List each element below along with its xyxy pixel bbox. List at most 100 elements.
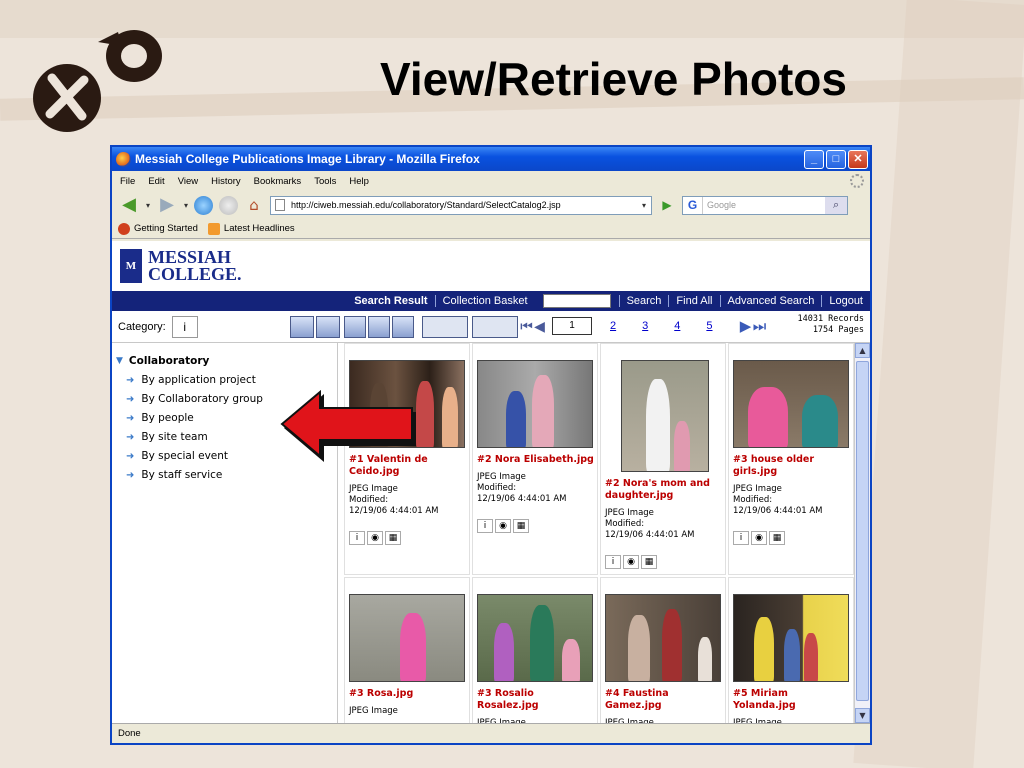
search-input[interactable]: Google [703,200,825,210]
category-icon[interactable]: i [171,315,198,338]
search-icon[interactable]: ⌕ [825,196,848,214]
scroll-thumb[interactable] [856,361,869,701]
info-icon[interactable]: i [733,531,749,545]
close-button[interactable]: ✕ [848,149,868,169]
google-icon[interactable]: G [683,196,704,214]
photo-modified: 12/19/06 4:44:01 AM [733,506,823,516]
nav-logout[interactable]: Logout [821,295,870,307]
medium-size-icon[interactable] [368,316,390,338]
photo-meta: JPEG Image Modified: 12/19/06 4:44:01 AM [605,508,725,541]
photo-caption[interactable]: #3 house older girls.jpg [733,454,853,478]
view-icon[interactable]: ◉ [623,555,639,569]
photo-thumbnail[interactable] [349,594,465,682]
url-bar[interactable]: http://ciweb.messiah.edu/collaboratory/S… [270,195,653,215]
last-page-icon[interactable]: ⏭ [753,318,767,335]
menu-file[interactable]: File [120,176,135,187]
view-icon[interactable]: ◉ [751,531,767,545]
minimize-button[interactable]: _ [804,149,824,169]
menu-history[interactable]: History [211,176,241,187]
photo-caption[interactable]: #3 Rosalio Rosalez.jpg [477,688,597,712]
view-icon[interactable]: ◉ [367,531,383,545]
photo-thumbnail[interactable] [733,360,849,448]
menu-bookmarks[interactable]: Bookmarks [254,176,302,187]
first-page-icon[interactable]: ⏮ [520,316,533,336]
small-size-icon[interactable] [344,316,366,338]
photo-caption[interactable]: #3 Rosa.jpg [349,688,469,700]
menu-edit[interactable]: Edit [148,176,164,187]
photo-card[interactable]: #3 Rosalio Rosalez.jpg JPEG Image [472,577,598,723]
home-icon[interactable]: ⌂ [244,196,264,214]
tree-item-application-project[interactable]: ➜ By application project [112,374,337,386]
site-header: M MESSIAH COLLEGE. [112,241,870,291]
nav-search-result[interactable]: Search Result [347,295,434,307]
photo-card[interactable]: #2 Nora's mom and daughter.jpg JPEG Imag… [600,343,726,575]
row-zoom-icon[interactable] [472,316,518,338]
tree-item-staff-service[interactable]: ➜ By staff service [112,469,337,481]
nav-search[interactable]: Search [618,295,669,307]
photo-thumbnail[interactable] [477,594,593,682]
info-icon[interactable]: i [477,519,493,533]
previous-page-icon[interactable]: ◀ [533,316,546,336]
back-icon[interactable]: ◀ [118,196,140,214]
photo-thumbnail[interactable] [621,360,709,472]
list-view-icon[interactable] [316,316,340,338]
pages-total: 1754 Pages [812,325,864,335]
photo-caption[interactable]: #2 Nora's mom and daughter.jpg [605,478,725,502]
basket-icon[interactable]: ▦ [385,531,401,545]
tree-root[interactable]: ▼ Collaboratory [112,355,337,367]
reload-icon[interactable] [194,195,214,215]
large-size-icon[interactable] [392,316,414,338]
bookmark-getting-started[interactable]: Getting Started [134,223,198,234]
expand-icon[interactable]: ▼ [116,356,123,366]
photo-caption[interactable]: #5 Miriam Yolanda.jpg [733,688,853,712]
title-bar: Messiah College Publications Image Libra… [112,147,870,171]
photo-caption[interactable]: #2 Nora Elisabeth.jpg [477,454,597,466]
scroll-up-icon[interactable]: ▲ [855,343,870,358]
url-text[interactable]: http://ciweb.messiah.edu/collaboratory/S… [291,200,637,210]
forward-icon[interactable]: ▶ [156,196,178,214]
info-icon[interactable]: i [349,531,365,545]
college-logo[interactable]: MESSIAH COLLEGE. [148,248,242,283]
photo-thumbnail[interactable] [477,360,593,448]
view-icon[interactable]: ◉ [495,519,511,533]
page-number-input[interactable]: 1 [552,317,592,335]
nav-find-all[interactable]: Find All [668,295,719,307]
next-page-icon[interactable]: ▶ [739,317,753,335]
photo-type: JPEG Image [605,508,654,518]
page-content: M MESSIAH COLLEGE. Search Result Collect… [112,241,870,723]
thumbnail-view-icon[interactable] [290,316,314,338]
page-link-5[interactable]: 5 [706,320,712,332]
photo-thumbnail[interactable] [605,594,721,682]
page-link-4[interactable]: 4 [674,320,680,332]
basket-icon[interactable]: ▦ [513,519,529,533]
photo-card[interactable]: #2 Nora Elisabeth.jpg JPEG Image Modifie… [472,343,598,575]
basket-icon[interactable]: ▦ [769,531,785,545]
column-zoom-icon[interactable] [422,316,468,338]
nav-advanced-search[interactable]: Advanced Search [719,295,822,307]
go-icon[interactable]: ▶ [658,198,676,212]
forward-dropdown-icon[interactable]: ▾ [184,201,188,210]
stop-icon[interactable] [219,195,239,215]
nav-collection-basket[interactable]: Collection Basket [434,295,535,307]
bookmark-latest-headlines[interactable]: Latest Headlines [224,223,295,234]
menu-help[interactable]: Help [349,176,369,187]
grid-scrollbar[interactable]: ▲ ▼ [854,343,870,723]
scroll-down-icon[interactable]: ▼ [855,708,870,723]
photo-card[interactable]: #3 Rosa.jpg JPEG Image [344,577,470,723]
search-bar[interactable]: G Google ⌕ [682,195,849,215]
photo-card[interactable]: #5 Miriam Yolanda.jpg JPEG Image [728,577,854,723]
basket-icon[interactable]: ▦ [641,555,657,569]
page-link-3[interactable]: 3 [642,320,648,332]
info-icon[interactable]: i [605,555,621,569]
quick-search-input[interactable] [542,294,611,308]
photo-caption[interactable]: #4 Faustina Gamez.jpg [605,688,725,712]
menu-view[interactable]: View [178,176,198,187]
menu-tools[interactable]: Tools [314,176,336,187]
photo-thumbnail[interactable] [733,594,849,682]
back-dropdown-icon[interactable]: ▾ [146,201,150,210]
url-dropdown-icon[interactable]: ▾ [637,201,651,210]
photo-card[interactable]: #3 house older girls.jpg JPEG Image Modi… [728,343,854,575]
page-link-2[interactable]: 2 [610,320,616,332]
maximize-button[interactable]: □ [826,149,846,169]
photo-card[interactable]: #4 Faustina Gamez.jpg JPEG Image [600,577,726,723]
